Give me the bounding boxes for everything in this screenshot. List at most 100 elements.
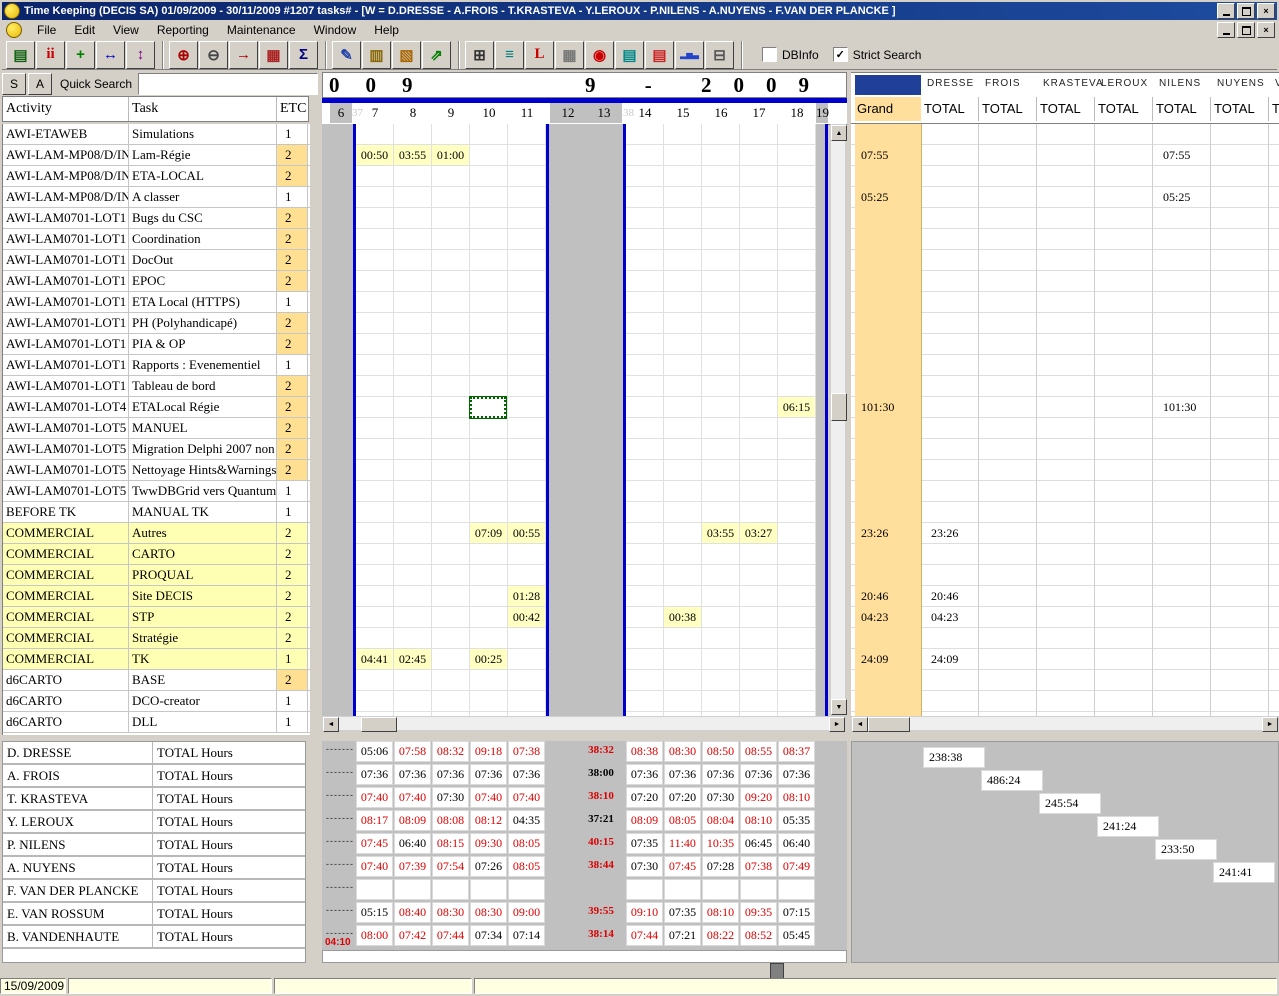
scroll-right-icon[interactable]: ► bbox=[829, 717, 845, 732]
daily-hours-cell[interactable]: 08:10 bbox=[740, 810, 777, 831]
task-etc-cell[interactable]: 2 bbox=[277, 334, 308, 354]
task-activity-cell[interactable]: AWI-LAM0701-LOT1 bbox=[3, 376, 129, 396]
list-lines-button[interactable]: ≡ bbox=[495, 41, 524, 69]
task-activity-cell[interactable]: d6CARTO bbox=[3, 712, 129, 732]
splitter-handle[interactable] bbox=[770, 963, 784, 979]
daily-hours-cell[interactable]: 08:40 bbox=[394, 902, 431, 923]
person-row[interactable]: E. VAN ROSSUMTOTAL Hours bbox=[3, 903, 305, 926]
daily-hours-cell[interactable] bbox=[740, 879, 777, 900]
sum-button[interactable]: Σ bbox=[289, 41, 318, 69]
daily-hours-cell[interactable]: 07:36 bbox=[702, 764, 739, 785]
daily-hours-cell[interactable]: 07:20 bbox=[664, 787, 701, 808]
time-entry-cell[interactable]: 03:55 bbox=[702, 523, 739, 543]
daily-hours-cell[interactable]: 09:30 bbox=[470, 833, 507, 854]
hour-header-9[interactable]: 9 bbox=[432, 103, 470, 123]
task-name-cell[interactable]: Bugs du CSC bbox=[129, 208, 277, 228]
task-name-cell[interactable]: Simulations bbox=[129, 124, 277, 144]
task-name-cell[interactable]: STP bbox=[129, 607, 277, 627]
strict-search-checkbox[interactable]: ✓ Strict Search bbox=[833, 47, 922, 62]
task-name-cell[interactable]: DocOut bbox=[129, 250, 277, 270]
daily-hours-cell[interactable]: 05:35 bbox=[778, 810, 815, 831]
alarm-clock-button[interactable]: ◉ bbox=[585, 41, 614, 69]
daily-hours-cell[interactable]: 07:30 bbox=[702, 787, 739, 808]
people-stats-button[interactable]: ii bbox=[36, 41, 65, 69]
task-activity-cell[interactable]: COMMERCIAL bbox=[3, 607, 129, 627]
daily-hours-cell[interactable]: 08:12 bbox=[470, 810, 507, 831]
task-etc-cell[interactable]: 1 bbox=[277, 502, 308, 522]
menu-item-edit[interactable]: Edit bbox=[65, 21, 104, 39]
daily-hours-cell[interactable]: 07:21 bbox=[664, 925, 701, 946]
daily-hours-cell[interactable]: 08:30 bbox=[432, 902, 469, 923]
daily-hours-cell[interactable]: 07:34 bbox=[470, 925, 507, 946]
daily-hours-cell[interactable]: 08:09 bbox=[394, 810, 431, 831]
daily-hours-cell[interactable]: 07:36 bbox=[778, 764, 815, 785]
strict-search-checkbox-box[interactable]: ✓ bbox=[833, 47, 848, 62]
menu-item-view[interactable]: View bbox=[104, 21, 148, 39]
daily-hours-cell[interactable]: 07:40 bbox=[470, 787, 507, 808]
task-row[interactable]: AWI-ETAWEBSimulations1 bbox=[3, 124, 310, 145]
daily-hours-cell[interactable]: 09:35 bbox=[740, 902, 777, 923]
task-etc-cell[interactable]: 2 bbox=[277, 313, 308, 333]
task-row[interactable]: AWI-LAM0701-LOT1PIA & OP2 bbox=[3, 334, 310, 355]
task-name-cell[interactable]: DCO-creator bbox=[129, 691, 277, 711]
hour-header-19[interactable]: 19 bbox=[816, 103, 828, 123]
daily-hours-cell[interactable]: 09:10 bbox=[626, 902, 663, 923]
task-etc-cell[interactable]: 2 bbox=[277, 166, 308, 186]
task-activity-cell[interactable]: COMMERCIAL bbox=[3, 628, 129, 648]
hour-header-15[interactable]: 15 bbox=[664, 103, 702, 123]
task-etc-cell[interactable]: 2 bbox=[277, 229, 308, 249]
task-row[interactable]: AWI-LAM0701-LOT1ETA Local (HTTPS)1 bbox=[3, 292, 310, 313]
time-entry-cell[interactable]: 00:38 bbox=[664, 607, 701, 627]
daily-hours-cell[interactable]: 07:15 bbox=[778, 902, 815, 923]
task-etc-cell[interactable]: 1 bbox=[277, 649, 308, 669]
task-name-cell[interactable]: MANUEL bbox=[129, 418, 277, 438]
daily-hours-cell[interactable]: 07:35 bbox=[664, 902, 701, 923]
task-name-cell[interactable]: TK bbox=[129, 649, 277, 669]
daily-hours-cell[interactable]: 07:26 bbox=[470, 856, 507, 877]
clock-button[interactable]: L bbox=[525, 41, 554, 69]
task-row[interactable]: AWI-LAM0701-LOT5MANUEL2 bbox=[3, 418, 310, 439]
add-button[interactable]: + bbox=[66, 41, 95, 69]
daily-hours-cell[interactable] bbox=[626, 879, 663, 900]
daily-hours-cell[interactable]: 07:40 bbox=[356, 856, 393, 877]
timeline-vertical-scrollbar[interactable]: ▲ ▼ bbox=[830, 124, 846, 716]
task-etc-cell[interactable]: 2 bbox=[277, 586, 308, 606]
task-etc-cell[interactable]: 2 bbox=[277, 523, 308, 543]
task-etc-cell[interactable]: 2 bbox=[277, 544, 308, 564]
daily-hours-cell[interactable]: 05:15 bbox=[356, 902, 393, 923]
scroll-down-icon[interactable]: ▼ bbox=[831, 699, 847, 715]
daily-hours-cell[interactable]: 07:36 bbox=[394, 764, 431, 785]
time-entry-cell[interactable]: 03:27 bbox=[740, 523, 777, 543]
daily-hours-cell[interactable]: 07:14 bbox=[508, 925, 545, 946]
task-activity-cell[interactable]: COMMERCIAL bbox=[3, 523, 129, 543]
task-activity-cell[interactable]: AWI-LAM0701-LOT1 bbox=[3, 271, 129, 291]
person-column-header-leroux[interactable]: LEROUX bbox=[1101, 78, 1148, 89]
task-row[interactable]: COMMERCIALTK1 bbox=[3, 649, 310, 670]
task-name-cell[interactable]: ETA-LOCAL bbox=[129, 166, 277, 186]
task-etc-cell[interactable]: 1 bbox=[277, 187, 308, 207]
task-etc-cell[interactable]: 2 bbox=[277, 271, 308, 291]
daily-hours-cell[interactable] bbox=[356, 879, 393, 900]
task-row[interactable]: BEFORE TKMANUAL TK1 bbox=[3, 502, 310, 523]
task-etc-cell[interactable]: 2 bbox=[277, 439, 308, 459]
person-row[interactable]: Y. LEROUXTOTAL Hours bbox=[3, 811, 305, 834]
daily-hours-cell[interactable]: 10:35 bbox=[702, 833, 739, 854]
notes-teal-button[interactable]: ▤ bbox=[615, 41, 644, 69]
task-row[interactable]: AWI-LAM0701-LOT1Bugs du CSC2 bbox=[3, 208, 310, 229]
hour-header-17[interactable]: 17 bbox=[740, 103, 778, 123]
daily-hours-cell[interactable]: 07:36 bbox=[664, 764, 701, 785]
task-row[interactable]: AWI-LAM0701-LOT1Tableau de bord2 bbox=[3, 376, 310, 397]
quick-search-input[interactable] bbox=[138, 73, 318, 95]
task-name-cell[interactable]: Rapports : Evenementiel bbox=[129, 355, 277, 375]
task-row[interactable]: AWI-LAM0701-LOT1Rapports : Evenementiel1 bbox=[3, 355, 310, 376]
mdi-close-button[interactable]: × bbox=[1257, 22, 1275, 38]
zoom-in-button[interactable]: ⊕ bbox=[169, 41, 198, 69]
task-etc-cell[interactable]: 1 bbox=[277, 124, 308, 144]
task-activity-cell[interactable]: AWI-LAM-MP08/D/INF bbox=[3, 145, 129, 165]
daily-hours-cell[interactable] bbox=[508, 879, 545, 900]
scroll-up-icon[interactable]: ▲ bbox=[831, 125, 847, 141]
daily-hours-cell[interactable]: 07:36 bbox=[356, 764, 393, 785]
fit-width-button[interactable]: ↔ bbox=[96, 41, 125, 69]
daily-hours-cell[interactable]: 09:20 bbox=[740, 787, 777, 808]
time-entry-cell[interactable]: 00:42 bbox=[508, 607, 545, 627]
